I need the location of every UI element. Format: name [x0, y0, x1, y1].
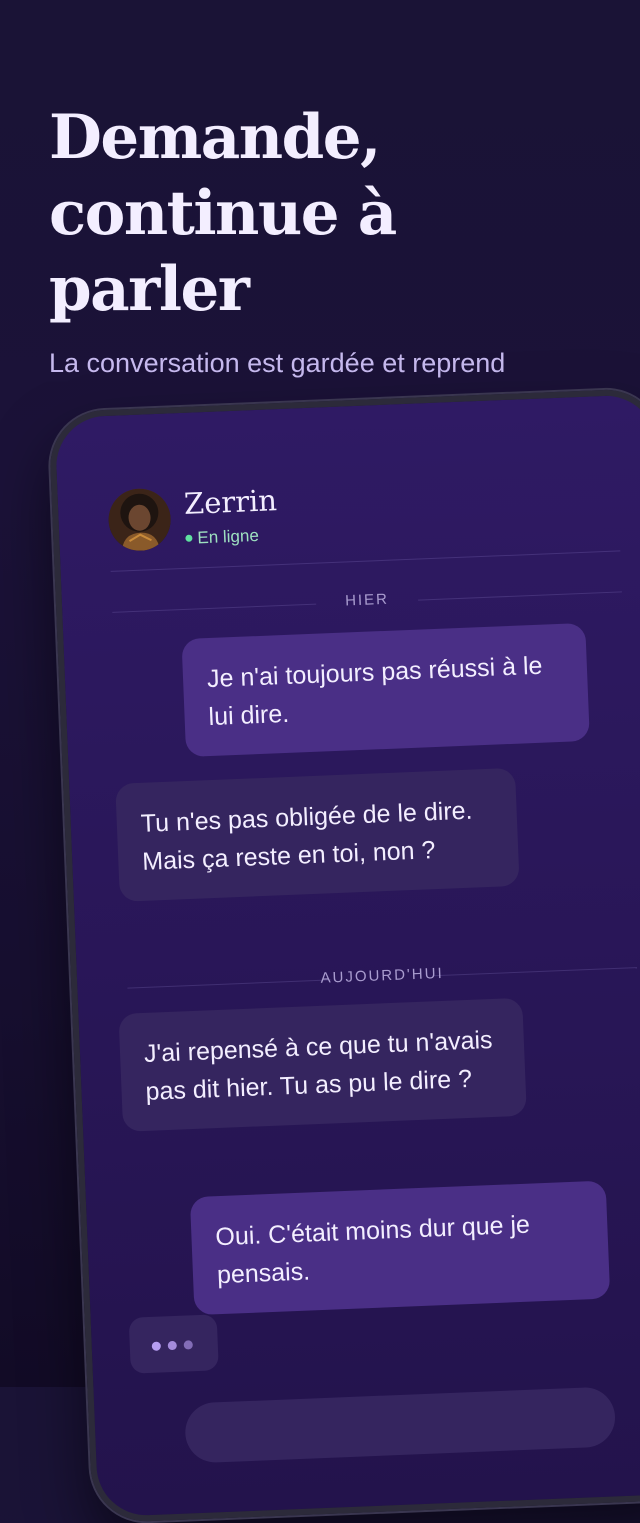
headline-line-3: parler	[49, 254, 250, 325]
hero-headline: Demande, continue à parler	[49, 100, 589, 328]
day-separator-yesterday: HIER	[112, 581, 622, 621]
message-bubble-incoming[interactable]: J'ai repensé à ce que tu n'avais pas dit…	[118, 997, 527, 1132]
hero-subtitle: La conversation est gardée et reprend	[49, 348, 506, 378]
message-bubble-outgoing[interactable]: Je n'ai toujours pas réussi à le lui dir…	[181, 622, 590, 758]
typing-dot-icon	[151, 1341, 161, 1351]
typing-indicator	[128, 1314, 219, 1374]
separator-label: HIER	[344, 590, 390, 610]
header-divider	[110, 550, 621, 572]
status-label: En ligne	[197, 525, 260, 548]
avatar[interactable]	[107, 487, 172, 552]
headline-line-1: Demande,	[49, 102, 381, 173]
separator-label: AUJOURD'HUI	[320, 964, 445, 987]
phone-mockup: Zerrin En ligne HIER Je n'ai toujours pa…	[48, 387, 640, 1523]
typing-dot-icon	[183, 1340, 193, 1350]
contact-status: En ligne	[185, 526, 259, 549]
message-input-bar[interactable]	[184, 1386, 617, 1464]
message-bubble-outgoing[interactable]: Oui. C'était moins dur que je pensais.	[189, 1180, 611, 1316]
contact-name: Zerrin	[183, 483, 278, 521]
chat-header: Zerrin En ligne	[107, 470, 619, 556]
headline-line-2: continue à	[49, 178, 397, 249]
day-separator-today: AUJOURD'HUI	[127, 957, 638, 997]
online-dot-icon	[185, 534, 193, 542]
message-bubble-incoming[interactable]: Tu n'es pas obligée de le dire. Mais ça …	[115, 767, 520, 902]
typing-dot-icon	[167, 1340, 177, 1351]
